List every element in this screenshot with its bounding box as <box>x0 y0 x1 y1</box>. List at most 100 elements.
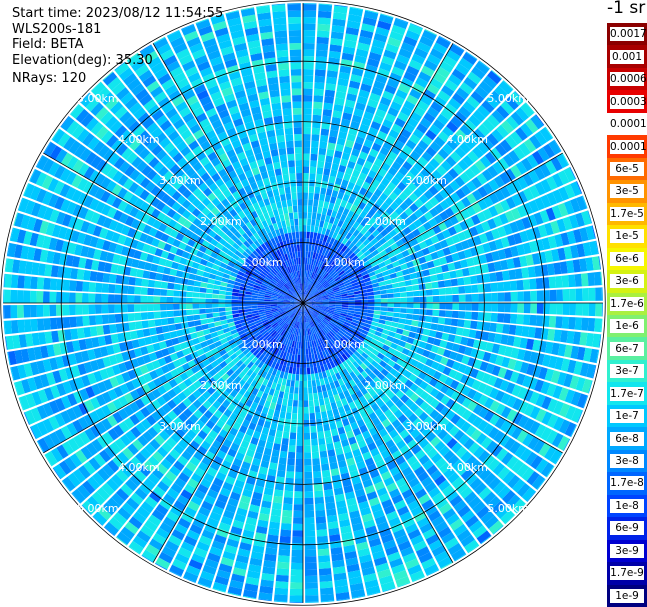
range-gate-cell <box>270 455 279 464</box>
range-gate-cell <box>309 360 314 368</box>
range-gate-cell <box>23 305 31 318</box>
range-gate-cell <box>271 502 282 510</box>
range-gate-cell <box>314 82 325 90</box>
range-gate-cell <box>313 392 319 400</box>
range-gate-cell <box>495 323 504 334</box>
range-gate-cell <box>134 286 142 295</box>
range-gate-cell <box>296 367 300 375</box>
range-gate-cell <box>319 580 333 589</box>
range-gate-cell <box>306 354 310 362</box>
range-gate-cell <box>95 315 103 325</box>
range-gate-cell <box>325 403 332 411</box>
range-gate-cell <box>310 425 317 433</box>
range-gate-cell <box>199 292 206 298</box>
range-gate-cell <box>199 303 206 309</box>
range-gate-cell <box>274 587 289 596</box>
range-gate-cell <box>399 292 407 298</box>
range-gate-cell <box>284 385 290 393</box>
range-gate-cell <box>308 244 312 252</box>
range-gate-cell <box>323 423 331 432</box>
range-gate-cell <box>101 314 110 325</box>
range-gate-cell <box>323 102 334 111</box>
range-gate-cell <box>305 575 318 583</box>
range-gate-cell <box>127 304 135 313</box>
range-gate-cell <box>278 548 291 557</box>
range-gate-cell <box>320 404 326 413</box>
range-gate-cell <box>315 516 327 524</box>
range-gate-cell <box>413 296 420 303</box>
range-gate-cell <box>556 303 563 315</box>
range-gate-cell <box>193 320 202 326</box>
range-gate-cell <box>405 285 413 292</box>
range-gate-cell <box>129 267 138 277</box>
range-gate-cell <box>319 141 328 149</box>
range-gate-cell <box>437 280 446 288</box>
range-gate-cell <box>275 403 282 412</box>
range-gate-cell <box>424 282 433 290</box>
range-gate-cell <box>328 301 336 303</box>
range-gate-cell <box>304 439 311 446</box>
range-gate-cell <box>319 450 328 459</box>
range-gate-cell <box>327 63 339 72</box>
range-gate-cell <box>192 309 200 315</box>
range-gate-cell <box>309 231 314 239</box>
range-gate-cell <box>406 291 414 297</box>
range-gate-cell <box>273 489 284 497</box>
range-gate-cell <box>304 484 313 492</box>
range-gate-cell <box>521 267 530 279</box>
range-gate-cell <box>303 335 306 342</box>
range-gate-cell <box>484 283 492 293</box>
range-gate-cell <box>432 288 440 296</box>
range-gate-cell <box>323 201 330 209</box>
range-gate-cell <box>308 186 315 194</box>
range-gate-cell <box>320 587 334 595</box>
range-gate-cell <box>431 316 439 324</box>
range-gate-cell <box>288 445 296 453</box>
range-gate-cell <box>303 17 316 24</box>
range-gate-cell <box>469 275 478 285</box>
range-gate-cell <box>136 269 144 278</box>
range-gate-cell <box>269 521 280 530</box>
range-gate-cell <box>277 561 290 570</box>
range-gate-cell <box>311 380 317 387</box>
range-gate-cell <box>326 514 338 523</box>
range-gate-cell <box>280 522 292 531</box>
range-gate-cell <box>402 329 410 337</box>
range-gate-cell <box>348 297 355 301</box>
range-gate-cell <box>491 303 498 312</box>
range-gate-cell <box>179 309 187 316</box>
range-gate-cell <box>286 464 295 472</box>
range-gate-cell <box>313 199 319 207</box>
range-gate-cell <box>192 303 200 309</box>
range-gate-cell <box>214 321 222 327</box>
range-gate-cell <box>588 303 596 317</box>
range-gate-cell <box>574 317 583 331</box>
range-gate-cell <box>509 280 518 291</box>
range-gate-cell <box>315 219 320 227</box>
range-gate-cell <box>452 303 459 311</box>
range-gate-cell <box>328 395 336 404</box>
range-gate-cell <box>504 303 511 313</box>
range-gate-cell <box>330 169 338 178</box>
range-gate-cell <box>155 326 164 335</box>
range-gate-cell <box>293 510 303 518</box>
range-gate-cell <box>231 296 239 300</box>
range-gate-cell <box>387 293 394 298</box>
range-gate-cell <box>295 452 303 459</box>
range-gate-cell <box>284 490 294 498</box>
range-gate-cell <box>88 293 96 303</box>
range-gate-cell <box>432 303 440 310</box>
range-gate-cell <box>108 294 115 303</box>
range-gate-cell <box>275 574 289 583</box>
range-gate-cell <box>148 271 157 280</box>
range-gate-cell <box>225 307 232 312</box>
range-gate-cell <box>283 497 293 505</box>
range-gate-cell <box>489 322 497 333</box>
range-gate-cell <box>186 291 194 298</box>
range-gate-cell <box>275 430 283 438</box>
range-gate-cell <box>303 380 308 388</box>
range-gate-cell <box>458 303 466 311</box>
range-gate-cell <box>291 556 303 563</box>
range-gate-cell <box>114 304 122 313</box>
range-gate-cell <box>308 354 313 362</box>
